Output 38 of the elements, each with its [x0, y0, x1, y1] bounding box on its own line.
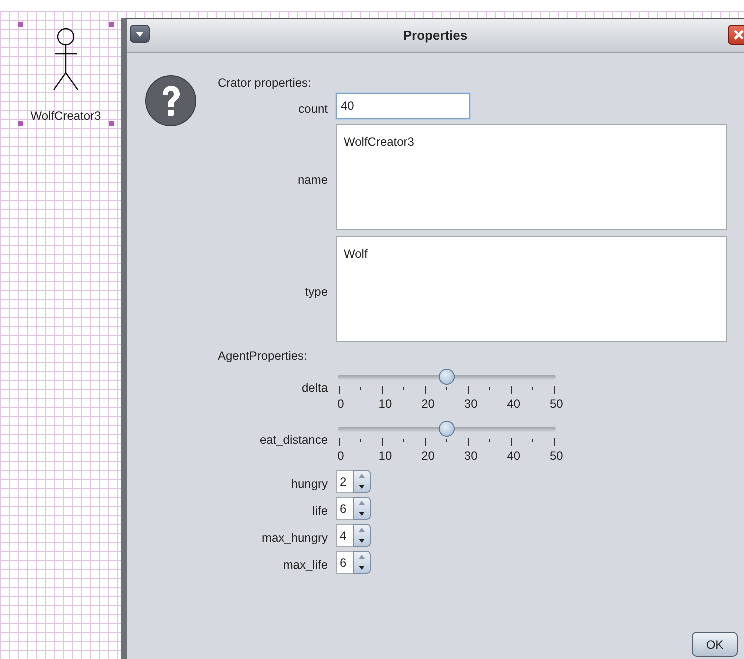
field-label: count [298, 102, 328, 116]
tick-label: 40 [507, 449, 518, 463]
selection-handle[interactable] [109, 121, 114, 126]
window-menu-button[interactable] [130, 25, 150, 43]
node-label: WolfCreator3 [30, 109, 102, 123]
text-area[interactable]: Wolf [336, 236, 727, 342]
spinner-value[interactable]: 6 [336, 497, 353, 520]
tick-label: 20 [422, 397, 432, 411]
tick-label: 40 [507, 397, 518, 411]
close-button[interactable] [728, 25, 744, 45]
field-label: eat_distance [260, 433, 328, 447]
tick-label: 0 [336, 397, 346, 411]
slider-thumb[interactable] [439, 369, 455, 385]
input-field[interactable]: 40 [336, 93, 470, 119]
close-icon [734, 30, 744, 40]
selection-handle[interactable] [18, 22, 23, 27]
slider-thumb[interactable] [439, 421, 455, 437]
tick-label: 20 [422, 449, 432, 463]
ok-button[interactable]: OK [692, 632, 738, 657]
field-label: life [312, 504, 328, 518]
section-heading: Crator properties: [218, 75, 312, 91]
field-label: max_life [283, 558, 328, 572]
selection-handle[interactable] [109, 22, 114, 27]
tick-label: 0 [336, 449, 346, 463]
field-label: max_hungry [262, 530, 328, 544]
caret-icon [136, 32, 144, 36]
spinner-value[interactable]: 4 [336, 524, 353, 547]
spinner-value[interactable]: 2 [336, 470, 353, 493]
window-title: Properties [403, 28, 468, 43]
spinner-value[interactable]: 6 [336, 551, 353, 574]
field-label: type [305, 285, 328, 299]
selection-handle[interactable] [18, 121, 23, 126]
field-label: hungry [291, 476, 328, 490]
field-label: name [298, 173, 328, 187]
question-icon [145, 75, 197, 127]
text-area[interactable]: WolfCreator3 [336, 124, 727, 230]
field-label: delta [302, 381, 328, 395]
section-heading: AgentProperties: [218, 348, 308, 364]
